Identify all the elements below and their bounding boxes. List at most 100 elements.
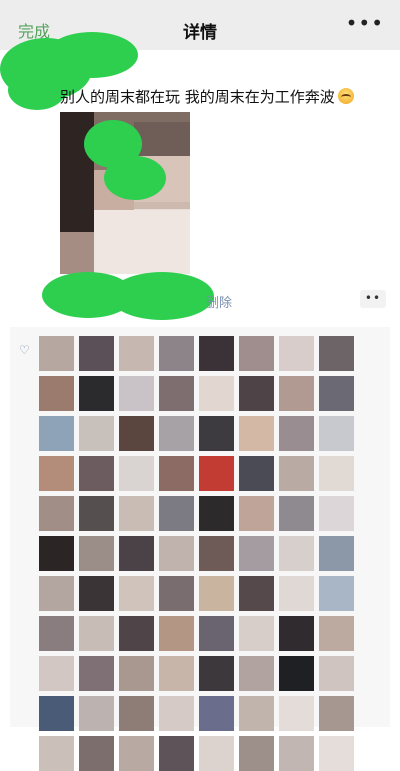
liker-avatar[interactable]: [159, 376, 194, 411]
liker-avatar[interactable]: [199, 376, 234, 411]
liker-avatar[interactable]: [199, 656, 234, 691]
liker-avatar[interactable]: [159, 536, 194, 571]
liker-avatar[interactable]: [159, 456, 194, 491]
liker-avatar[interactable]: [119, 616, 154, 651]
liker-avatar[interactable]: [279, 336, 314, 371]
liker-avatar[interactable]: [119, 376, 154, 411]
liker-avatar[interactable]: [279, 576, 314, 611]
liker-avatar[interactable]: [319, 696, 354, 731]
liker-avatar[interactable]: [199, 696, 234, 731]
liker-avatar-grid: [39, 336, 354, 771]
liker-avatar[interactable]: [39, 656, 74, 691]
liker-avatar[interactable]: [119, 576, 154, 611]
liker-avatar[interactable]: [79, 416, 114, 451]
liker-avatar[interactable]: [79, 376, 114, 411]
liker-avatar[interactable]: [279, 456, 314, 491]
liker-avatar[interactable]: [119, 496, 154, 531]
liker-avatar[interactable]: [159, 336, 194, 371]
liker-avatar[interactable]: [239, 416, 274, 451]
liker-avatar[interactable]: [39, 696, 74, 731]
redaction-scribble: [8, 70, 66, 110]
liker-avatar[interactable]: [159, 616, 194, 651]
liker-avatar[interactable]: [79, 656, 114, 691]
liker-avatar[interactable]: [79, 616, 114, 651]
liker-avatar[interactable]: [319, 496, 354, 531]
liker-avatar[interactable]: [119, 696, 154, 731]
liker-avatar[interactable]: [159, 496, 194, 531]
liker-avatar[interactable]: [79, 576, 114, 611]
liker-avatar[interactable]: [319, 416, 354, 451]
liker-avatar[interactable]: [279, 536, 314, 571]
redaction-scribble: [104, 156, 166, 200]
liker-avatar[interactable]: [239, 696, 274, 731]
liker-avatar[interactable]: [279, 416, 314, 451]
liker-avatar[interactable]: [239, 456, 274, 491]
liker-avatar[interactable]: [39, 496, 74, 531]
liker-avatar[interactable]: [279, 616, 314, 651]
liker-avatar[interactable]: [199, 456, 234, 491]
liker-avatar[interactable]: [79, 696, 114, 731]
liker-avatar[interactable]: [199, 536, 234, 571]
liker-avatar[interactable]: [159, 416, 194, 451]
liker-avatar[interactable]: [119, 536, 154, 571]
liker-avatar[interactable]: [239, 496, 274, 531]
liker-avatar[interactable]: [79, 736, 114, 771]
liker-avatar[interactable]: [119, 736, 154, 771]
liker-avatar[interactable]: [39, 336, 74, 371]
liker-avatar[interactable]: [39, 376, 74, 411]
liker-avatar[interactable]: [39, 456, 74, 491]
liker-avatar[interactable]: [319, 456, 354, 491]
post-text-content: 别人的周末都在玩 我的周末在为工作奔波: [60, 88, 335, 106]
liker-avatar[interactable]: [279, 656, 314, 691]
liker-avatar[interactable]: [79, 496, 114, 531]
liker-avatar[interactable]: [39, 616, 74, 651]
post-text: 别人的周末都在玩 我的周末在为工作奔波: [60, 86, 354, 107]
liker-avatar[interactable]: [279, 376, 314, 411]
liker-avatar[interactable]: [159, 736, 194, 771]
liker-avatar[interactable]: [39, 736, 74, 771]
likes-panel: ♡: [10, 327, 390, 771]
liker-avatar[interactable]: [279, 696, 314, 731]
liker-avatar[interactable]: [199, 736, 234, 771]
liker-avatar[interactable]: [239, 736, 274, 771]
photo-pixel-block: [94, 210, 190, 274]
heart-icon: ♡: [19, 343, 30, 357]
liker-avatar[interactable]: [119, 656, 154, 691]
liker-avatar[interactable]: [279, 496, 314, 531]
liker-avatar[interactable]: [319, 576, 354, 611]
liker-avatar[interactable]: [159, 656, 194, 691]
liker-avatar[interactable]: [199, 616, 234, 651]
liker-avatar[interactable]: [119, 456, 154, 491]
liker-avatar[interactable]: [119, 336, 154, 371]
liker-avatar[interactable]: [79, 336, 114, 371]
delete-link[interactable]: 删除: [206, 292, 232, 311]
comment-button[interactable]: ••: [360, 290, 386, 308]
liker-avatar[interactable]: [279, 736, 314, 771]
redaction-scribble: [46, 32, 138, 78]
liker-avatar[interactable]: [239, 616, 274, 651]
liker-avatar[interactable]: [319, 736, 354, 771]
liker-avatar[interactable]: [319, 536, 354, 571]
liker-avatar[interactable]: [39, 536, 74, 571]
liker-avatar[interactable]: [79, 456, 114, 491]
liker-avatar[interactable]: [119, 416, 154, 451]
liker-avatar[interactable]: [159, 576, 194, 611]
liker-avatar[interactable]: [319, 656, 354, 691]
liker-avatar[interactable]: [39, 576, 74, 611]
liker-avatar[interactable]: [159, 696, 194, 731]
liker-avatar[interactable]: [239, 576, 274, 611]
liker-avatar[interactable]: [199, 496, 234, 531]
liker-avatar[interactable]: [239, 536, 274, 571]
liker-avatar[interactable]: [239, 336, 274, 371]
liker-avatar[interactable]: [239, 656, 274, 691]
liker-avatar[interactable]: [39, 416, 74, 451]
liker-avatar[interactable]: [199, 336, 234, 371]
liker-avatar[interactable]: [79, 536, 114, 571]
liker-avatar[interactable]: [319, 376, 354, 411]
liker-avatar[interactable]: [199, 416, 234, 451]
liker-avatar[interactable]: [199, 576, 234, 611]
more-options-icon[interactable]: •••: [346, 11, 384, 35]
liker-avatar[interactable]: [319, 336, 354, 371]
liker-avatar[interactable]: [319, 616, 354, 651]
liker-avatar[interactable]: [239, 376, 274, 411]
